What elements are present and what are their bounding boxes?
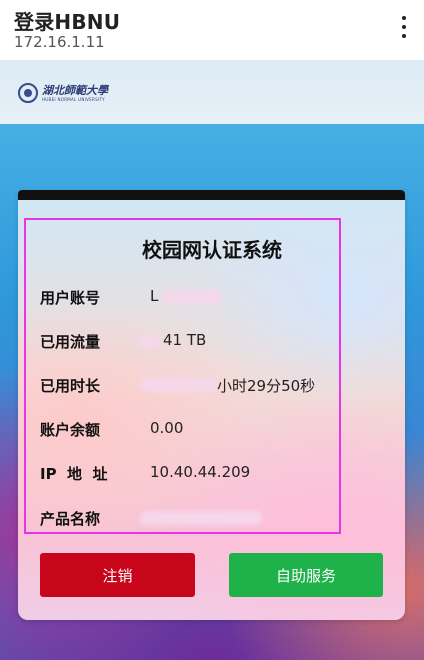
value-balance: 0.00 <box>150 419 184 437</box>
label-ip: IP 地 址 <box>40 465 108 483</box>
card-top-bar <box>18 190 405 200</box>
card-title: 校园网认证系统 <box>142 238 282 262</box>
seal-icon <box>18 83 38 103</box>
label-balance: 账户余额 <box>40 421 101 439</box>
self-service-button[interactable]: 自助服务 <box>229 553 383 597</box>
label-account: 用户账号 <box>40 289 101 307</box>
label-product: 产品名称 <box>40 510 101 528</box>
value-duration: 小时29分50秒 <box>217 377 316 395</box>
label-duration: 已用时长 <box>40 377 101 395</box>
logout-button[interactable]: 注销 <box>40 553 195 597</box>
university-logo: 湖北師範大學 HUBEI NORMAL UNIVERSITY <box>18 80 108 106</box>
browser-app-bar: 登录HBNU 172.16.1.11 <box>0 0 424 60</box>
logo-chinese-text: 湖北師範大學 <box>42 83 108 97</box>
redaction-blur <box>140 511 262 525</box>
redaction-blur <box>162 290 222 304</box>
page-url[interactable]: 172.16.1.11 <box>14 33 105 51</box>
redaction-blur <box>140 378 218 392</box>
logo-english-text: HUBEI NORMAL UNIVERSITY <box>42 96 105 102</box>
value-ip: 10.40.44.209 <box>150 463 251 481</box>
more-options-icon[interactable] <box>394 14 414 40</box>
value-account: L <box>150 287 159 305</box>
page-title: 登录HBNU <box>14 10 121 34</box>
redaction-blur <box>138 334 160 348</box>
value-traffic: 41 TB <box>163 331 207 349</box>
label-traffic: 已用流量 <box>40 333 101 351</box>
